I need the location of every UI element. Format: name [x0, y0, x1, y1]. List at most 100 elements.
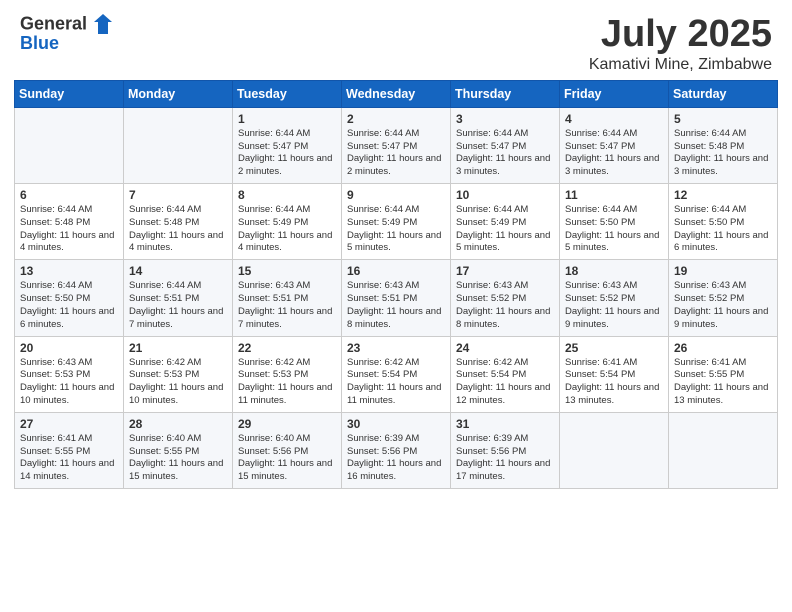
cell-details: Sunrise: 6:44 AM Sunset: 5:51 PM Dayligh… [129, 280, 227, 331]
week-row-5: 27 Sunrise: 6:41 AM Sunset: 5:55 PM Dayli… [15, 412, 778, 488]
calendar-cell: 18 Sunrise: 6:43 AM Sunset: 5:52 PM Dayli… [560, 260, 669, 336]
calendar-cell: 2 Sunrise: 6:44 AM Sunset: 5:47 PM Daylig… [342, 107, 451, 183]
day-number: 22 [238, 341, 336, 355]
calendar-cell: 9 Sunrise: 6:44 AM Sunset: 5:49 PM Daylig… [342, 184, 451, 260]
weekday-header-row: SundayMondayTuesdayWednesdayThursdayFrid… [15, 80, 778, 107]
calendar-cell: 23Sunrise: 6:42 AM Sunset: 5:54 PM Dayli… [342, 336, 451, 412]
calendar-cell: 26 Sunrise: 6:41 AM Sunset: 5:55 PM Dayli… [669, 336, 778, 412]
calendar: SundayMondayTuesdayWednesdayThursdayFrid… [0, 80, 792, 612]
calendar-cell: 4 Sunrise: 6:44 AM Sunset: 5:47 PM Daylig… [560, 107, 669, 183]
calendar-cell [15, 107, 124, 183]
calendar-cell: 16Sunrise: 6:43 AM Sunset: 5:51 PM Dayli… [342, 260, 451, 336]
calendar-cell: 31Sunrise: 6:39 AM Sunset: 5:56 PM Dayli… [451, 412, 560, 488]
cell-details: Sunrise: 6:42 AM Sunset: 5:53 PM Dayligh… [129, 357, 227, 408]
day-number: 27 [20, 417, 118, 431]
calendar-cell: 6Sunrise: 6:44 AM Sunset: 5:48 PM Daylig… [15, 184, 124, 260]
calendar-cell: 13 Sunrise: 6:44 AM Sunset: 5:50 PM Dayli… [15, 260, 124, 336]
header: General Blue July 2025 Kamativi Mine, Zi… [0, 0, 792, 80]
page: General Blue July 2025 Kamativi Mine, Zi… [0, 0, 792, 612]
cell-details: Sunrise: 6:44 AM Sunset: 5:49 PM Dayligh… [347, 204, 445, 255]
calendar-cell: 10 Sunrise: 6:44 AM Sunset: 5:49 PM Dayli… [451, 184, 560, 260]
day-number: 14 [129, 264, 227, 278]
day-number: 1 [238, 112, 336, 126]
day-number: 31 [456, 417, 554, 431]
cell-details: Sunrise: 6:43 AM Sunset: 5:52 PM Dayligh… [456, 280, 554, 331]
calendar-cell: 17Sunrise: 6:43 AM Sunset: 5:52 PM Dayli… [451, 260, 560, 336]
calendar-cell: 15 Sunrise: 6:43 AM Sunset: 5:51 PM Dayli… [233, 260, 342, 336]
day-number: 11 [565, 188, 663, 202]
calendar-cell: 12 Sunrise: 6:44 AM Sunset: 5:50 PM Dayli… [669, 184, 778, 260]
weekday-tuesday: Tuesday [233, 80, 342, 107]
cell-details: Sunrise: 6:43 AM Sunset: 5:52 PM Dayligh… [674, 280, 772, 331]
day-number: 19 [674, 264, 772, 278]
logo-general-text: General [20, 13, 87, 33]
week-row-3: 13 Sunrise: 6:44 AM Sunset: 5:50 PM Dayli… [15, 260, 778, 336]
cell-details: Sunrise: 6:44 AM Sunset: 5:48 PM Dayligh… [674, 128, 772, 179]
location-title: Kamativi Mine, Zimbabwe [589, 56, 772, 74]
cell-details: Sunrise: 6:43 AM Sunset: 5:51 PM Dayligh… [238, 280, 336, 331]
calendar-cell: 24 Sunrise: 6:42 AM Sunset: 5:54 PM Dayli… [451, 336, 560, 412]
day-number: 20 [20, 341, 118, 355]
cell-details: Sunrise: 6:44 AM Sunset: 5:47 PM Dayligh… [238, 128, 336, 179]
day-number: 13 [20, 264, 118, 278]
calendar-cell: 30Sunrise: 6:39 AM Sunset: 5:56 PM Dayli… [342, 412, 451, 488]
weekday-thursday: Thursday [451, 80, 560, 107]
cell-details: Sunrise: 6:44 AM Sunset: 5:50 PM Dayligh… [565, 204, 663, 255]
cell-details: Sunrise: 6:44 AM Sunset: 5:50 PM Dayligh… [20, 280, 118, 331]
cell-details: Sunrise: 6:44 AM Sunset: 5:47 PM Dayligh… [565, 128, 663, 179]
cell-details: Sunrise: 6:44 AM Sunset: 5:50 PM Dayligh… [674, 204, 772, 255]
day-number: 9 [347, 188, 445, 202]
calendar-cell: 25 Sunrise: 6:41 AM Sunset: 5:54 PM Dayli… [560, 336, 669, 412]
day-number: 4 [565, 112, 663, 126]
cell-details: Sunrise: 6:43 AM Sunset: 5:52 PM Dayligh… [565, 280, 663, 331]
logo: General Blue [20, 14, 112, 54]
calendar-cell: 3Sunrise: 6:44 AM Sunset: 5:47 PM Daylig… [451, 107, 560, 183]
weekday-monday: Monday [124, 80, 233, 107]
day-number: 18 [565, 264, 663, 278]
cell-details: Sunrise: 6:42 AM Sunset: 5:54 PM Dayligh… [456, 357, 554, 408]
day-number: 2 [347, 112, 445, 126]
calendar-cell: 29 Sunrise: 6:40 AM Sunset: 5:56 PM Dayli… [233, 412, 342, 488]
calendar-cell: 20 Sunrise: 6:43 AM Sunset: 5:53 PM Dayli… [15, 336, 124, 412]
cell-details: Sunrise: 6:41 AM Sunset: 5:55 PM Dayligh… [674, 357, 772, 408]
day-number: 5 [674, 112, 772, 126]
day-number: 26 [674, 341, 772, 355]
day-number: 6 [20, 188, 118, 202]
day-number: 12 [674, 188, 772, 202]
calendar-cell: 27 Sunrise: 6:41 AM Sunset: 5:55 PM Dayli… [15, 412, 124, 488]
calendar-cell: 14 Sunrise: 6:44 AM Sunset: 5:51 PM Dayli… [124, 260, 233, 336]
cell-details: Sunrise: 6:44 AM Sunset: 5:49 PM Dayligh… [456, 204, 554, 255]
cell-details: Sunrise: 6:44 AM Sunset: 5:47 PM Dayligh… [347, 128, 445, 179]
calendar-cell: 22 Sunrise: 6:42 AM Sunset: 5:53 PM Dayli… [233, 336, 342, 412]
calendar-cell: 8Sunrise: 6:44 AM Sunset: 5:49 PM Daylig… [233, 184, 342, 260]
calendar-cell [560, 412, 669, 488]
cell-details: Sunrise: 6:40 AM Sunset: 5:55 PM Dayligh… [129, 433, 227, 484]
day-number: 8 [238, 188, 336, 202]
day-number: 25 [565, 341, 663, 355]
day-number: 10 [456, 188, 554, 202]
calendar-cell: 19 Sunrise: 6:43 AM Sunset: 5:52 PM Dayli… [669, 260, 778, 336]
weekday-wednesday: Wednesday [342, 80, 451, 107]
week-row-1: 1 Sunrise: 6:44 AM Sunset: 5:47 PM Daylig… [15, 107, 778, 183]
day-number: 15 [238, 264, 336, 278]
weekday-friday: Friday [560, 80, 669, 107]
day-number: 23 [347, 341, 445, 355]
day-number: 28 [129, 417, 227, 431]
cell-details: Sunrise: 6:42 AM Sunset: 5:53 PM Dayligh… [238, 357, 336, 408]
title-block: July 2025 Kamativi Mine, Zimbabwe [589, 14, 772, 74]
weekday-sunday: Sunday [15, 80, 124, 107]
calendar-cell: 11 Sunrise: 6:44 AM Sunset: 5:50 PM Dayli… [560, 184, 669, 260]
cell-details: Sunrise: 6:41 AM Sunset: 5:55 PM Dayligh… [20, 433, 118, 484]
day-number: 29 [238, 417, 336, 431]
calendar-cell: 21Sunrise: 6:42 AM Sunset: 5:53 PM Dayli… [124, 336, 233, 412]
cell-details: Sunrise: 6:43 AM Sunset: 5:53 PM Dayligh… [20, 357, 118, 408]
cell-details: Sunrise: 6:41 AM Sunset: 5:54 PM Dayligh… [565, 357, 663, 408]
calendar-cell: 28 Sunrise: 6:40 AM Sunset: 5:55 PM Dayli… [124, 412, 233, 488]
day-number: 24 [456, 341, 554, 355]
day-number: 30 [347, 417, 445, 431]
cell-details: Sunrise: 6:44 AM Sunset: 5:47 PM Dayligh… [456, 128, 554, 179]
cell-details: Sunrise: 6:40 AM Sunset: 5:56 PM Dayligh… [238, 433, 336, 484]
logo-icon [94, 14, 112, 34]
day-number: 16 [347, 264, 445, 278]
day-number: 7 [129, 188, 227, 202]
